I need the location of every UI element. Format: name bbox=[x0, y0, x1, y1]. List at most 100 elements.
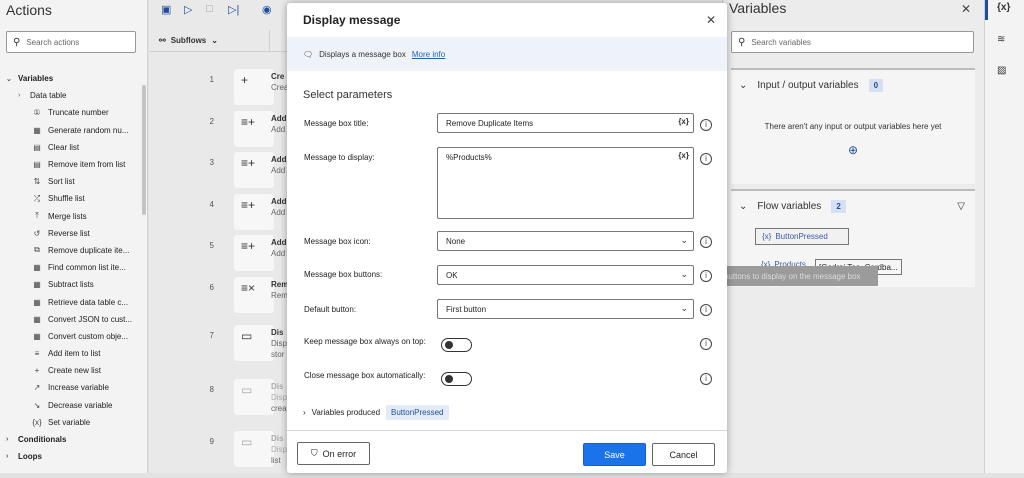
close-icon[interactable]: ✕ bbox=[706, 13, 716, 27]
chevron-down-icon: ⌄ bbox=[680, 235, 688, 245]
more-info-link[interactable]: More info bbox=[412, 50, 445, 59]
action-icon: ▤ bbox=[33, 142, 41, 152]
search-variables-input[interactable]: ⚲ Search variables bbox=[731, 31, 974, 53]
save-button[interactable]: Save bbox=[583, 443, 646, 466]
action-item[interactable]: ↺ Reverse list bbox=[0, 225, 148, 242]
action-item[interactable]: ⇅ Sort list bbox=[0, 173, 148, 190]
footer-divider bbox=[287, 430, 727, 431]
image-icon[interactable]: ▨ bbox=[997, 65, 1006, 76]
action-icon: ▦ bbox=[33, 125, 41, 135]
step-desc: Disp bbox=[271, 445, 288, 454]
buttons-label: Message box buttons: bbox=[304, 270, 383, 279]
action-item[interactable]: ▦ Generate random nu... bbox=[0, 122, 148, 139]
action-label: Add item to list bbox=[48, 349, 101, 359]
action-item[interactable]: ▦ Convert custom obje... bbox=[0, 328, 148, 345]
toggle-knob bbox=[445, 341, 453, 349]
action-item[interactable]: ⧉ Remove duplicate ite... bbox=[0, 242, 148, 259]
search-variables-placeholder: Search variables bbox=[751, 37, 811, 47]
action-item[interactable]: ↗ Increase variable bbox=[0, 379, 148, 396]
chevron-icon: › bbox=[6, 453, 9, 461]
subflows-button[interactable]: ⚯ Subflows ⌄ bbox=[159, 36, 218, 45]
message-box-buttons-select[interactable]: OK ⌄ bbox=[437, 265, 694, 285]
action-label: Reverse list bbox=[48, 228, 90, 238]
action-item[interactable]: + Create new list bbox=[0, 362, 148, 379]
close-automatically-toggle[interactable] bbox=[441, 372, 472, 386]
actions-tree: ⌄ Variables › Data table ① Truncate number ▦ Ge… bbox=[0, 70, 148, 465]
info-icon[interactable]: i bbox=[700, 236, 712, 248]
io-variables-label: Input / output variables bbox=[757, 79, 859, 91]
action-group[interactable]: › Loops bbox=[0, 448, 148, 465]
variables-produced[interactable]: › Variables produced ButtonPressed bbox=[303, 405, 449, 420]
action-item[interactable]: ≡ Add item to list bbox=[0, 345, 148, 362]
info-icon[interactable]: i bbox=[700, 373, 712, 385]
filter-icon[interactable]: ▽ bbox=[957, 201, 965, 212]
info-icon[interactable]: i bbox=[700, 304, 712, 316]
action-icon: ▦ bbox=[33, 331, 41, 341]
step-icon: ≡+ bbox=[241, 239, 256, 253]
flow-variables-header[interactable]: ⌄ Flow variables 2 ▽ bbox=[731, 191, 975, 221]
action-group[interactable]: › Data table bbox=[0, 87, 148, 104]
action-item[interactable]: ↘ Decrease variable bbox=[0, 397, 148, 414]
variables-panel: Variables ✕ ⚲ Search variables ⌄ Input /… bbox=[722, 0, 984, 473]
variables-produced-label: Variables produced bbox=[311, 408, 381, 417]
close-icon[interactable]: ✕ bbox=[961, 2, 971, 16]
action-icon: ⇅ bbox=[33, 177, 41, 187]
action-item[interactable]: ▤ Clear list bbox=[0, 139, 148, 156]
buttons-value: OK bbox=[446, 270, 458, 280]
always-on-top-toggle[interactable] bbox=[441, 338, 472, 352]
action-label: Remove duplicate ite... bbox=[48, 245, 130, 255]
action-item[interactable]: ▦ Retrieve data table c... bbox=[0, 293, 148, 310]
action-label: Increase variable bbox=[48, 383, 109, 393]
io-variables-header[interactable]: ⌄ Input / output variables 0 bbox=[731, 70, 975, 100]
action-item[interactable]: ⤮ Shuffle list bbox=[0, 190, 148, 207]
variable-buttonpressed[interactable]: {x} ButtonPressed bbox=[755, 228, 849, 245]
default-button-value: First button bbox=[446, 304, 487, 314]
action-icon: ① bbox=[33, 108, 41, 118]
action-label: Create new list bbox=[48, 366, 101, 376]
action-item[interactable]: ⤒ Merge lists bbox=[0, 208, 148, 225]
info-icon[interactable]: i bbox=[700, 338, 712, 350]
action-item[interactable]: ① Truncate number bbox=[0, 104, 148, 121]
message-box-icon-select[interactable]: None ⌄ bbox=[437, 231, 694, 251]
flow-count-badge: 2 bbox=[831, 199, 846, 213]
run-icon[interactable]: ▷ bbox=[184, 3, 192, 16]
action-item[interactable]: ▤ Remove item from list bbox=[0, 156, 148, 173]
info-icon[interactable]: i bbox=[700, 119, 712, 131]
action-group[interactable]: ⌄ Variables bbox=[0, 70, 148, 87]
action-item[interactable]: ▦ Find common list ite... bbox=[0, 259, 148, 276]
step-title: Add bbox=[271, 155, 287, 164]
default-button-label: Default button: bbox=[304, 305, 357, 314]
variable-picker-icon[interactable]: {x} bbox=[678, 117, 689, 126]
add-io-variable-icon[interactable]: ⊕ bbox=[731, 143, 975, 157]
cancel-button[interactable]: Cancel bbox=[652, 443, 715, 466]
message-to-display-input[interactable]: %Products% {x} bbox=[437, 147, 694, 219]
step-card bbox=[234, 69, 274, 105]
dialog-description: 🗨 Displays a message box More info bbox=[287, 37, 727, 71]
produced-variable-chip[interactable]: ButtonPressed bbox=[386, 405, 449, 420]
info-icon[interactable]: i bbox=[700, 270, 712, 282]
record-icon[interactable]: ◉ bbox=[262, 3, 272, 16]
variable-picker-icon[interactable]: {x} bbox=[678, 151, 689, 160]
search-actions-input[interactable]: ⚲ Search actions bbox=[6, 31, 136, 53]
action-group[interactable]: › Conditionals bbox=[0, 431, 148, 448]
message-box-title-input[interactable]: Remove Duplicate Items {x} bbox=[437, 113, 694, 133]
variables-title: Variables bbox=[729, 0, 787, 16]
action-item[interactable]: ▦ Subtract lists bbox=[0, 276, 148, 293]
action-item[interactable]: ▦ Convert JSON to cust... bbox=[0, 311, 148, 328]
next-action-icon[interactable]: ▷| bbox=[228, 3, 239, 16]
step-desc: Rem bbox=[271, 291, 288, 300]
action-icon: ⤮ bbox=[33, 193, 41, 203]
save-icon[interactable]: ▣ bbox=[161, 3, 171, 16]
on-error-button[interactable]: ⛉ On error bbox=[297, 442, 370, 465]
on-error-label: On error bbox=[322, 448, 357, 459]
actions-scrollbar[interactable] bbox=[142, 85, 146, 215]
layers-icon[interactable]: ≋ bbox=[997, 34, 1005, 45]
message-icon: 🗨 bbox=[303, 49, 314, 59]
default-button-select[interactable]: First button ⌄ bbox=[437, 299, 694, 319]
variable-name: ButtonPressed bbox=[775, 232, 828, 241]
action-label: Convert custom obje... bbox=[48, 331, 129, 341]
info-icon[interactable]: i bbox=[700, 153, 712, 165]
variables-icon[interactable]: {x} bbox=[997, 2, 1010, 13]
action-item[interactable]: {x} Set variable bbox=[0, 414, 148, 431]
stop-icon[interactable]: □ bbox=[206, 3, 213, 15]
